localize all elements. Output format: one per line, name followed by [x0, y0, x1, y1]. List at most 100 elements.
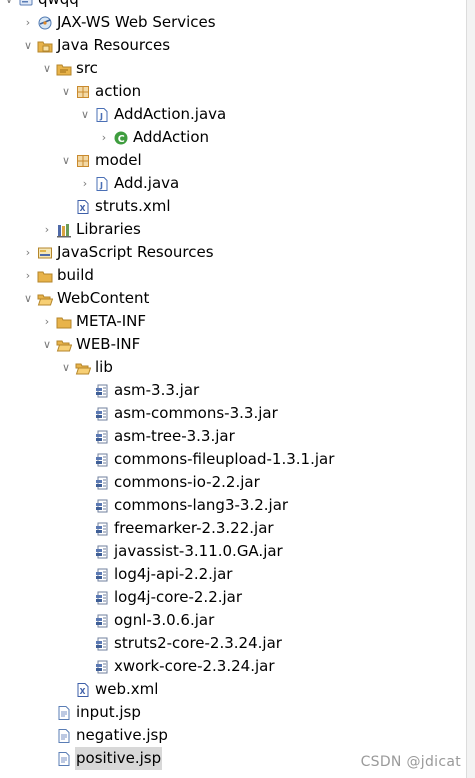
vertical-scrollbar[interactable]: [466, 0, 475, 778]
tree-row[interactable]: input.jsp: [0, 701, 466, 724]
tree-row[interactable]: › JavaScript Resources: [0, 241, 466, 264]
tree-row-label: log4j-api-2.2.jar: [114, 565, 233, 583]
tree-row-label: META-INF: [76, 312, 147, 330]
tree-row-label: Java Resources: [57, 36, 171, 54]
tree-row[interactable]: ∨ lib: [0, 356, 466, 379]
tree-row-label: negative.jsp: [76, 726, 168, 744]
folder-icon: [37, 268, 53, 284]
chevron-down-icon[interactable]: ∨: [59, 80, 73, 103]
jar-icon: [94, 406, 110, 422]
jar-icon: [94, 567, 110, 583]
chevron-right-icon[interactable]: ›: [97, 126, 111, 149]
chevron-down-icon[interactable]: ∨: [40, 333, 54, 356]
tree-row-label: JAX-WS Web Services: [57, 13, 216, 31]
tree-row-label: AddAction: [133, 128, 210, 146]
jar-icon: [94, 452, 110, 468]
tree-row[interactable]: ognl-3.0.6.jar: [0, 609, 466, 632]
folder-icon: [56, 314, 72, 330]
chevron-right-icon[interactable]: ›: [21, 11, 35, 34]
package-icon: [75, 153, 91, 169]
tree-row[interactable]: ∨ src: [0, 57, 466, 80]
tree-row-label: lib: [95, 358, 113, 376]
tree-row[interactable]: javassist-3.11.0.GA.jar: [0, 540, 466, 563]
tree-row[interactable]: freemarker-2.3.22.jar: [0, 517, 466, 540]
tree-row[interactable]: › C AddAction: [0, 126, 466, 149]
tree-row[interactable]: asm-tree-3.3.jar: [0, 425, 466, 448]
tree-row[interactable]: ∨ model: [0, 149, 466, 172]
tree-row-label: asm-tree-3.3.jar: [114, 427, 235, 445]
chevron-down-icon[interactable]: ∨: [21, 34, 35, 57]
tree-row[interactable]: › build: [0, 264, 466, 287]
tree-row-label: web.xml: [95, 680, 159, 698]
tree-row[interactable]: ∨ WEB-INF: [0, 333, 466, 356]
tree-row[interactable]: negative.jsp: [0, 724, 466, 747]
tree-row-label: Add.java: [114, 174, 180, 192]
tree-row-label: JavaScript Resources: [57, 243, 214, 261]
chevron-down-icon[interactable]: ∨: [78, 103, 92, 126]
tree-row-label: asm-commons-3.3.jar: [114, 404, 278, 422]
jsp-file-icon: [56, 751, 72, 767]
jar-icon: [94, 521, 110, 537]
chevron-down-icon[interactable]: ∨: [2, 0, 16, 11]
xml-file-icon: X: [75, 199, 91, 215]
scrollbar-thumb[interactable]: [467, 40, 475, 730]
chevron-right-icon[interactable]: ›: [78, 172, 92, 195]
tree-row-label: Libraries: [76, 220, 141, 238]
tree-row-label: WebContent: [57, 289, 150, 307]
chevron-down-icon[interactable]: ∨: [59, 356, 73, 379]
chevron-right-icon[interactable]: ›: [40, 218, 54, 241]
jar-icon: [94, 659, 110, 675]
tree-row[interactable]: commons-fileupload-1.3.1.jar: [0, 448, 466, 471]
tree-row-label: struts2-core-2.3.24.jar: [114, 634, 282, 652]
tree-row-label: qwqq: [37, 0, 80, 11]
jar-icon: [94, 383, 110, 399]
tree-row[interactable]: commons-io-2.2.jar: [0, 471, 466, 494]
tree-row[interactable]: ∨ Java Resources: [0, 34, 466, 57]
tree-row-label: freemarker-2.3.22.jar: [114, 519, 274, 537]
tree-row[interactable]: › META-INF: [0, 310, 466, 333]
tree-row[interactable]: › Libraries: [0, 218, 466, 241]
tree-row[interactable]: ∨ WebContent: [0, 287, 466, 310]
tree-row-label: build: [57, 266, 94, 284]
jsp-file-icon: [56, 728, 72, 744]
folder-open-icon: [37, 291, 54, 307]
chevron-right-icon[interactable]: ›: [40, 310, 54, 333]
jar-icon: [94, 475, 110, 491]
tree-row[interactable]: ∨ qwqq: [0, 0, 466, 11]
tree-row[interactable]: Xweb.xml: [0, 678, 466, 701]
watermark: CSDN @jdicat: [360, 754, 461, 770]
tree-row-label: commons-fileupload-1.3.1.jar: [114, 450, 335, 468]
svg-text:J: J: [99, 112, 103, 121]
svg-text:J: J: [99, 181, 103, 190]
jar-icon: [94, 498, 110, 514]
tree-row-label: log4j-core-2.2.jar: [114, 588, 243, 606]
tree-row[interactable]: ∨ J AddAction.java: [0, 103, 466, 126]
chevron-right-icon[interactable]: ›: [21, 264, 35, 287]
tree-row[interactable]: › J Add.java: [0, 172, 466, 195]
tree-row[interactable]: commons-lang3-3.2.jar: [0, 494, 466, 517]
tree-row-label: commons-lang3-3.2.jar: [114, 496, 289, 514]
tree-row[interactable]: struts2-core-2.3.24.jar: [0, 632, 466, 655]
java-file-icon: J: [94, 176, 110, 192]
tree-row[interactable]: xwork-core-2.3.24.jar: [0, 655, 466, 678]
chevron-down-icon[interactable]: ∨: [40, 57, 54, 80]
tree-row[interactable]: Xstruts.xml: [0, 195, 466, 218]
tree-row-label: struts.xml: [95, 197, 171, 215]
tree-row[interactable]: asm-commons-3.3.jar: [0, 402, 466, 425]
chevron-down-icon[interactable]: ∨: [59, 149, 73, 172]
tree-row[interactable]: ∨ action: [0, 80, 466, 103]
xml-file-icon: X: [75, 682, 91, 698]
tree-row-label: src: [76, 59, 98, 77]
tree-row-label: asm-3.3.jar: [114, 381, 200, 399]
tree-row[interactable]: asm-3.3.jar: [0, 379, 466, 402]
chevron-down-icon[interactable]: ∨: [21, 287, 35, 310]
chevron-right-icon[interactable]: ›: [21, 241, 35, 264]
tree-row[interactable]: log4j-core-2.2.jar: [0, 586, 466, 609]
tree-row[interactable]: log4j-api-2.2.jar: [0, 563, 466, 586]
project-icon: [18, 0, 34, 8]
svg-text:X: X: [80, 204, 86, 213]
tree-row[interactable]: › JAX-WS Web Services: [0, 11, 466, 34]
tree-row-label: input.jsp: [76, 703, 141, 721]
tree-row-label: javassist-3.11.0.GA.jar: [114, 542, 283, 560]
tree-row-label: AddAction.java: [114, 105, 227, 123]
